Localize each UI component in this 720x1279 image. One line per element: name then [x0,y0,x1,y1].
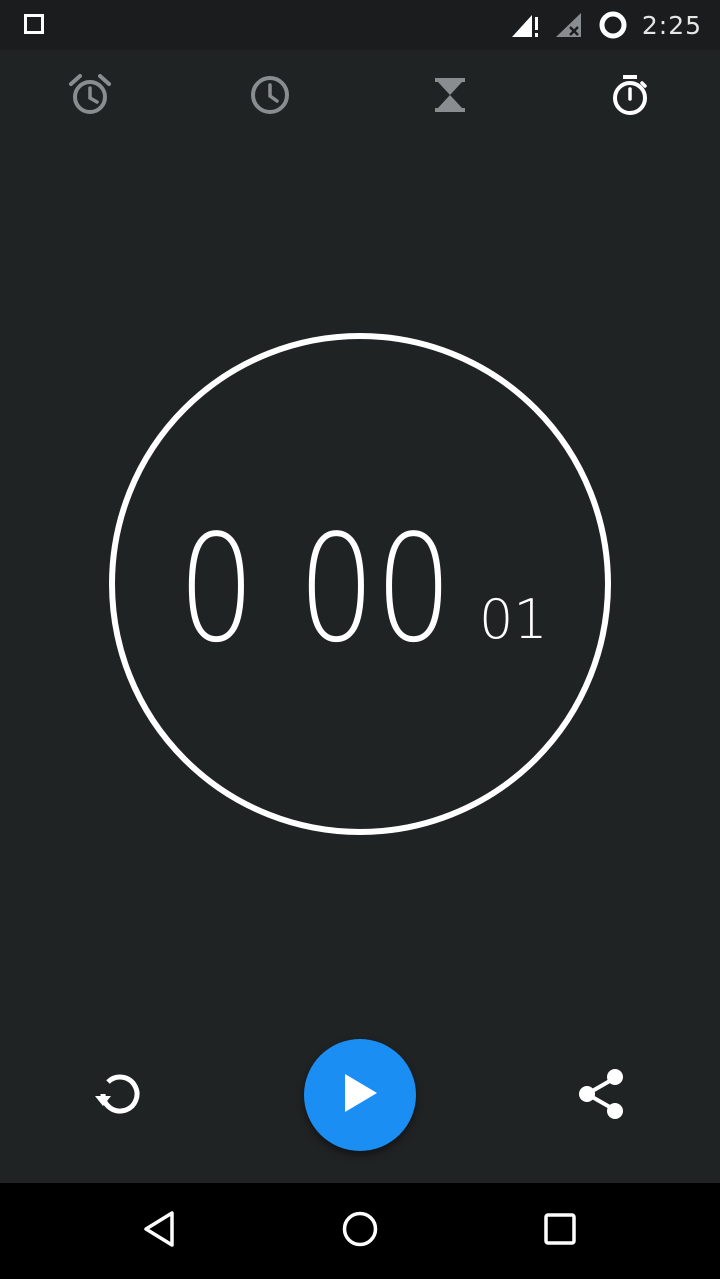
notification-square-icon [24,14,44,34]
stopwatch-hundredths: 01 [479,588,548,651]
stopwatch-seconds: 00 [298,503,453,675]
signal-alert-icon [510,11,540,39]
alarm-clock-icon [68,73,112,121]
nav-recents-button[interactable] [532,1203,588,1259]
play-button[interactable] [304,1039,416,1151]
nav-back-button[interactable] [132,1203,188,1259]
tab-alarm[interactable] [65,72,115,122]
share-icon [573,1066,629,1126]
play-icon [340,1072,380,1118]
share-button[interactable] [568,1063,634,1129]
hourglass-icon [430,75,470,119]
sync-circle-icon [598,10,628,40]
reset-button[interactable] [86,1063,152,1129]
nav-home-button[interactable] [332,1203,388,1259]
home-circle-icon [340,1209,380,1253]
stopwatch-minutes: 0 [178,503,256,675]
back-triangle-icon [140,1209,180,1253]
status-time: 2:25 [641,10,702,40]
clock-icon [248,73,292,121]
stopwatch-screen: 2:25 0 00 01 [0,0,720,1279]
tab-timer[interactable] [425,72,475,122]
status-icons: 2:25 [510,0,702,50]
tab-stopwatch[interactable] [605,72,655,122]
stopwatch-icon [608,73,652,121]
status-bar: 2:25 [0,0,720,50]
navigation-bar [0,1183,720,1279]
signal-no-sim-icon [554,11,584,39]
recents-square-icon [540,1209,580,1253]
reset-icon [89,1064,149,1128]
tab-clock[interactable] [245,72,295,122]
